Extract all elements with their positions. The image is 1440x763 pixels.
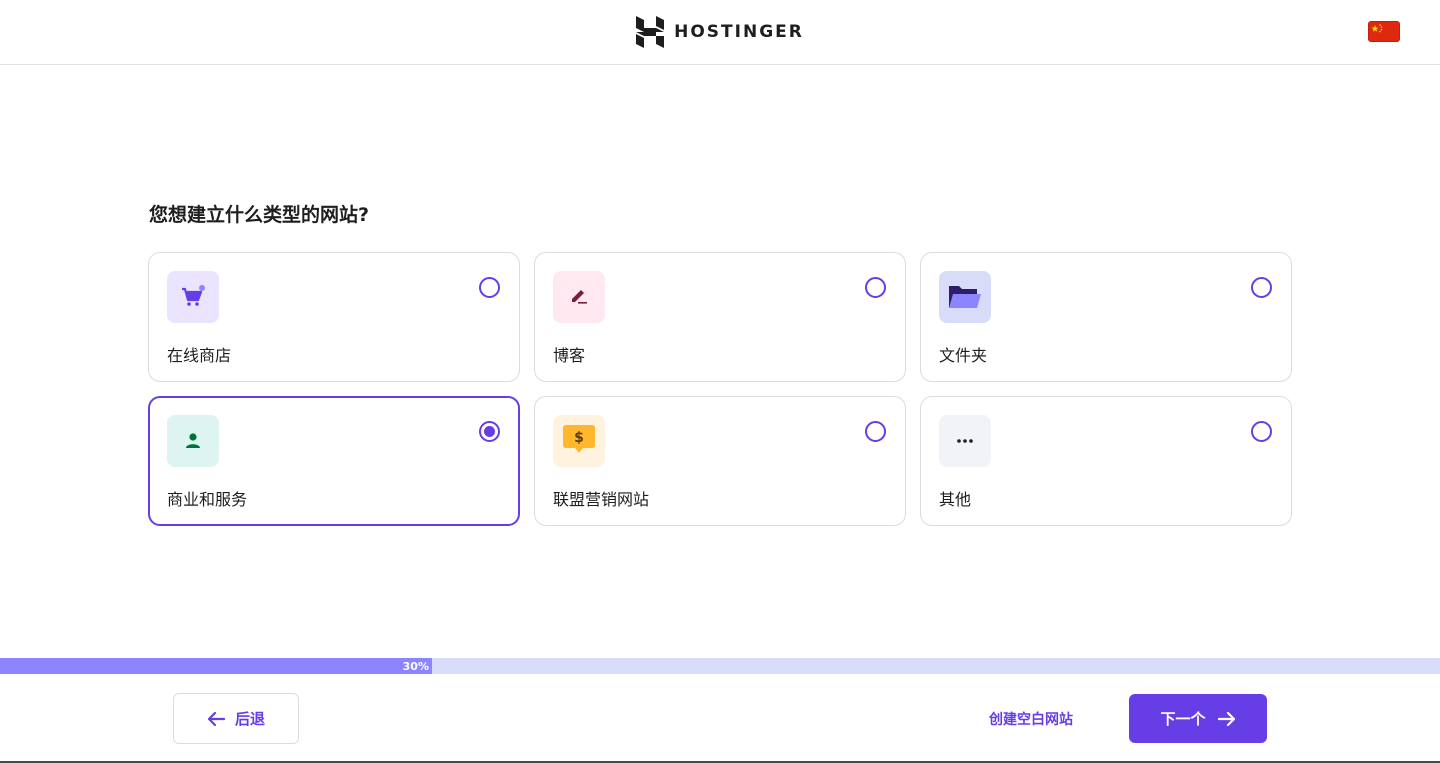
hostinger-logo-icon	[636, 16, 665, 48]
next-button[interactable]: 下一个	[1129, 694, 1267, 743]
progress-fill: 30%	[0, 658, 432, 674]
svg-text:$: $	[574, 430, 584, 446]
option-label: 其他	[939, 490, 972, 509]
arrow-left-icon	[207, 711, 225, 726]
option-radio[interactable]	[865, 421, 886, 442]
option-icon-box: $	[553, 415, 605, 467]
china-flag-icon	[1369, 22, 1399, 41]
pencil-icon	[572, 290, 587, 304]
website-type-options: 在线商店 博客 文件夹 商业和服务 $ 联盟营销网站 其他	[148, 252, 1293, 526]
dollar-tag-icon: $	[563, 425, 595, 453]
option-icon-box	[939, 271, 991, 323]
option-label: 联盟营销网站	[553, 490, 650, 509]
next-button-label: 下一个	[1160, 711, 1206, 728]
back-button-label: 后退	[234, 711, 265, 728]
option-icon-box	[553, 271, 605, 323]
option-label: 在线商店	[167, 346, 232, 365]
option-blog[interactable]: 博客	[534, 252, 906, 382]
option-affiliate-site[interactable]: $ 联盟营销网站	[534, 396, 906, 526]
option-radio-selected[interactable]	[479, 421, 500, 442]
create-blank-site-link[interactable]: 创建空白网站	[989, 709, 1073, 729]
option-icon-box	[939, 415, 991, 467]
language-selector[interactable]	[1368, 21, 1400, 42]
option-label: 文件夹	[939, 346, 988, 365]
arrow-right-icon	[1217, 711, 1235, 726]
option-other[interactable]: 其他	[920, 396, 1292, 526]
option-radio[interactable]	[1251, 277, 1272, 298]
option-icon-box	[167, 415, 219, 467]
shopping-cart-icon	[182, 285, 205, 306]
option-online-store[interactable]: 在线商店	[148, 252, 520, 382]
option-label: 商业和服务	[167, 490, 248, 509]
option-radio[interactable]	[865, 277, 886, 298]
option-business-services[interactable]: 商业和服务	[148, 396, 520, 526]
more-dots-icon	[957, 439, 973, 443]
folder-icon	[949, 286, 981, 308]
header: HOSTINGER	[0, 0, 1440, 65]
option-portfolio[interactable]: 文件夹	[920, 252, 1292, 382]
option-label: 博客	[553, 346, 586, 365]
option-radio[interactable]	[479, 277, 500, 298]
brand-name: HOSTINGER	[674, 22, 804, 42]
progress-bar: 30%	[0, 658, 1440, 674]
progress-label: 30%	[402, 659, 429, 673]
hostinger-logo[interactable]: HOSTINGER	[636, 16, 804, 48]
page-question: 您想建立什么类型的网站?	[149, 204, 370, 226]
back-button[interactable]: 后退	[173, 693, 299, 744]
option-radio[interactable]	[1251, 421, 1272, 442]
option-icon-box	[167, 271, 219, 323]
person-icon	[186, 433, 200, 448]
